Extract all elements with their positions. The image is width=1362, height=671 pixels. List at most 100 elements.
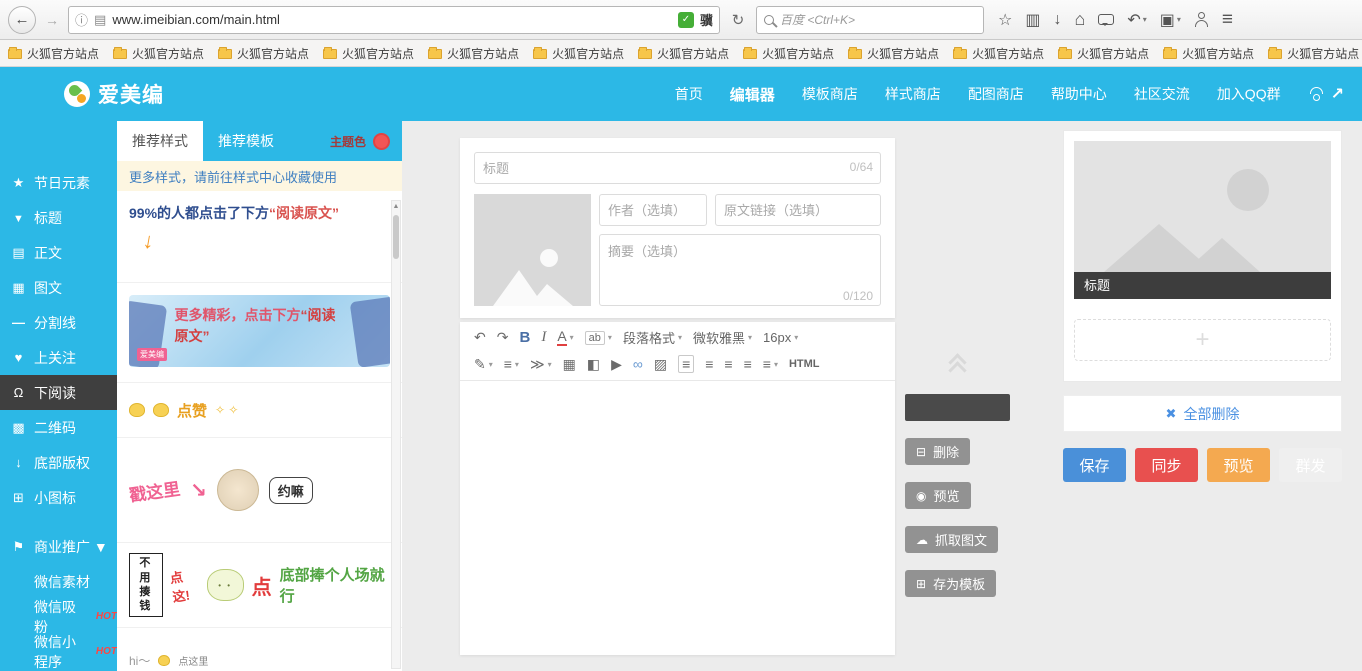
format-painter-button[interactable]: ✎▾ xyxy=(474,356,493,373)
panel-action-button[interactable]: 预览 xyxy=(1207,448,1270,482)
bold-button[interactable]: B xyxy=(519,329,530,346)
float-action-button[interactable]: 存为模板 xyxy=(905,570,996,597)
line-height-button[interactable]: ≡▾ xyxy=(763,356,778,372)
bookmark-item[interactable]: 火狐官方站点 xyxy=(638,45,729,62)
float-action-button[interactable]: 预览 xyxy=(905,482,971,509)
sidebar-item[interactable]: 标题 xyxy=(0,200,117,235)
style-item-poke-here[interactable]: 戳这里 ↘ 约嘛 xyxy=(117,438,402,543)
sidebar-item[interactable]: 正文 xyxy=(0,235,117,270)
extension-icon[interactable]: 骥 xyxy=(700,10,713,29)
bookmark-item[interactable]: 火狐官方站点 xyxy=(218,45,309,62)
app-logo[interactable]: 爱美编 xyxy=(64,79,164,109)
font-color-button[interactable]: A▾ xyxy=(557,329,573,346)
style-item-like-cartoon[interactable]: 点赞 ✧ ✧ xyxy=(117,383,402,438)
forward-button[interactable]: → xyxy=(42,12,62,28)
address-bar[interactable]: ⓘ ▤ ✓ 骥 xyxy=(68,6,720,34)
feedback-icon[interactable] xyxy=(1098,14,1114,25)
search-box[interactable] xyxy=(756,6,984,34)
nav-item[interactable]: 加入QQ群 xyxy=(1217,84,1281,104)
tab-recommended-styles[interactable]: 推荐样式 xyxy=(117,121,203,161)
bookmark-star-icon[interactable]: ☆ xyxy=(998,10,1012,30)
nav-item[interactable]: 编辑器 xyxy=(730,84,775,105)
redo-icon[interactable]: ↷ xyxy=(497,329,509,346)
highlight-button[interactable]: ab▾ xyxy=(585,331,612,345)
reload-button[interactable]: ↻ xyxy=(726,11,750,29)
video-button[interactable]: ▶ xyxy=(611,356,622,373)
sidebar-item[interactable]: 底部版权 xyxy=(0,445,117,480)
sidebar-item[interactable]: 节日元素 xyxy=(0,165,117,200)
nav-item[interactable]: 配图商店 xyxy=(968,84,1024,104)
nav-item[interactable]: 样式商店 xyxy=(885,84,941,104)
sidebar-item[interactable]: 小图标 xyxy=(0,480,117,515)
tab-groups-button[interactable]: ▣▾ xyxy=(1160,10,1181,30)
site-info-icon[interactable]: ⓘ xyxy=(75,10,88,29)
cover-image-placeholder[interactable] xyxy=(474,194,591,306)
theme-color-swatch[interactable] xyxy=(373,133,390,150)
scrollbar-up-icon[interactable]: ▲ xyxy=(392,201,400,213)
list-button[interactable]: ≡▾ xyxy=(504,356,519,372)
back-button[interactable]: ← xyxy=(8,6,36,34)
nav-item[interactable]: 首页 xyxy=(675,84,703,104)
editor-content-area[interactable] xyxy=(460,381,895,644)
table-button[interactable]: ▦ xyxy=(563,356,576,373)
style-item-hi[interactable]: hi～ 点这里 xyxy=(117,628,402,671)
title-input[interactable] xyxy=(474,152,881,184)
search-input[interactable] xyxy=(780,13,976,27)
panel-action-button[interactable]: 群发 xyxy=(1279,448,1342,482)
bookmark-item[interactable]: 火狐官方站点 xyxy=(1163,45,1254,62)
bookmark-item[interactable]: 火狐官方站点 xyxy=(743,45,834,62)
float-action-button[interactable]: 抓取图文 xyxy=(905,526,998,553)
indent-button[interactable]: ≫▾ xyxy=(530,356,552,373)
author-input[interactable] xyxy=(599,194,707,226)
source-link-input[interactable] xyxy=(715,194,881,226)
align-right-button[interactable]: ≡ xyxy=(724,356,732,372)
panel-action-button[interactable]: 保存 xyxy=(1063,448,1126,482)
security-shield-icon[interactable]: ✓ xyxy=(678,12,694,28)
nav-item[interactable]: 帮助中心 xyxy=(1051,84,1107,104)
fullscreen-icon[interactable]: ↗ xyxy=(1331,84,1344,104)
account-button[interactable] xyxy=(1194,12,1209,27)
sidebar-item[interactable]: 下阅读 xyxy=(0,375,117,410)
align-left-button[interactable]: ≡ xyxy=(678,355,694,373)
font-family-dropdown[interactable]: 微软雅黑▾ xyxy=(693,328,752,347)
bookmark-item[interactable]: 火狐官方站点 xyxy=(533,45,624,62)
bookmark-item[interactable]: 火狐官方站点 xyxy=(113,45,204,62)
bookmark-item[interactable]: 火狐官方站点 xyxy=(8,45,99,62)
bookmark-item[interactable]: 火狐官方站点 xyxy=(323,45,414,62)
align-center-button[interactable]: ≡ xyxy=(705,356,713,372)
html-source-button[interactable]: HTML xyxy=(789,358,820,370)
sidebar-item[interactable]: 商业推广 ▼ xyxy=(0,529,117,564)
sidebar-item[interactable]: 微信吸粉 HOT xyxy=(0,599,117,634)
bookmark-item[interactable]: 火狐官方站点 xyxy=(1268,45,1359,62)
history-button[interactable]: ↶▾ xyxy=(1127,10,1146,30)
nav-item[interactable]: 模板商店 xyxy=(802,84,858,104)
bookmark-item[interactable]: 火狐官方站点 xyxy=(1058,45,1149,62)
downloads-icon[interactable]: ↓ xyxy=(1053,11,1061,29)
bookmarks-panel-icon[interactable]: ▥ xyxy=(1025,10,1040,30)
bookmark-item[interactable]: 火狐官方站点 xyxy=(848,45,939,62)
tab-recommended-templates[interactable]: 推荐模板 xyxy=(203,121,289,161)
panel-action-button[interactable]: 同步 xyxy=(1135,448,1198,482)
style-item-support-bottom[interactable]: 不用揍钱 点这! • • 点 底部捧个人场就行 xyxy=(117,543,402,628)
style-item-read-more-1[interactable]: 99%的人都点击了下方“阅读原文” ↓ xyxy=(117,191,402,283)
italic-button[interactable]: I xyxy=(541,329,546,346)
scrollbar-thumb[interactable] xyxy=(393,215,399,259)
article-card[interactable]: 标题 xyxy=(1074,141,1331,299)
bookmark-item[interactable]: 火狐官方站点 xyxy=(953,45,1044,62)
insert-image-button[interactable]: ▨ xyxy=(654,356,667,373)
sidebar-item[interactable]: 微信素材 xyxy=(0,564,117,599)
link-button[interactable]: ∞ xyxy=(633,356,643,372)
clear-format-button[interactable]: ◧ xyxy=(587,356,600,373)
sidebar-item[interactable]: 微信小程序 HOT xyxy=(0,634,117,669)
delete-all-button[interactable]: ✖ 全部删除 xyxy=(1063,395,1342,432)
collapsed-action-bar[interactable] xyxy=(905,394,1010,421)
add-article-button[interactable]: + xyxy=(1074,319,1331,361)
sidebar-item[interactable]: 上关注 xyxy=(0,340,117,375)
url-input[interactable] xyxy=(112,12,672,27)
float-action-button[interactable]: 删除 xyxy=(905,438,970,465)
sidebar-item[interactable]: 图文 xyxy=(0,270,117,305)
nav-item[interactable]: 社区交流 xyxy=(1134,84,1190,104)
summary-textarea[interactable] xyxy=(599,234,881,306)
sidebar-item[interactable]: 二维码 xyxy=(0,410,117,445)
bookmark-item[interactable]: 火狐官方站点 xyxy=(428,45,519,62)
